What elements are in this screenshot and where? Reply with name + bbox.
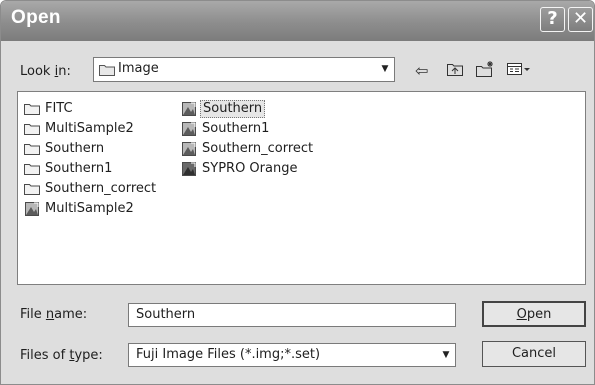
back-icon[interactable]: ⇦ [415, 61, 428, 80]
view-menu-icon[interactable] [506, 61, 532, 81]
file-name-input[interactable]: Southern [128, 303, 456, 327]
folder-icon [24, 161, 40, 176]
file-type-dropdown[interactable]: Fuji Image Files (*.img;*.set) ▼ [128, 343, 456, 367]
look-in-value: Image [118, 61, 159, 76]
image-file-icon [181, 141, 197, 156]
file-name-label: Southern [45, 141, 105, 156]
file-name-label: MultiSample2 [45, 201, 134, 216]
file-name-label: Southern1 [202, 121, 270, 136]
image-file-icon [181, 101, 197, 116]
new-folder-icon[interactable] [475, 61, 495, 82]
up-folder-icon[interactable] [446, 61, 464, 81]
window-title: Open [11, 7, 61, 28]
file-name-label: Southern [200, 100, 266, 118]
title-bar[interactable]: Open ? ✕ [1, 1, 594, 41]
look-in-dropdown[interactable]: Image ▼ [93, 57, 395, 82]
dropdown-arrow-icon[interactable]: ▼ [377, 59, 393, 80]
image-file-icon [181, 161, 197, 176]
file-name-label: Southern_correct [45, 181, 157, 196]
file-list[interactable]: FITC MultiSample2 Southern Southern1 Souther… [17, 91, 586, 285]
file-name-label: File name: [20, 307, 88, 322]
file-type-label: Files of type: [20, 348, 103, 363]
file-name-label: MultiSample2 [45, 121, 134, 136]
folder-icon [24, 181, 40, 196]
folder-icon [24, 121, 40, 136]
folder-icon [24, 101, 40, 116]
dropdown-arrow-icon[interactable]: ▼ [438, 345, 454, 366]
close-button[interactable]: ✕ [568, 7, 593, 32]
look-in-label: Look in: [20, 64, 71, 79]
file-name-label: Southern_correct [202, 141, 314, 156]
image-file-icon [24, 201, 40, 216]
image-file-icon [181, 121, 197, 136]
help-button[interactable]: ? [540, 7, 565, 32]
folder-icon [99, 65, 115, 76]
folder-icon [24, 141, 40, 156]
cancel-button[interactable]: Cancel [482, 341, 586, 367]
open-button[interactable]: Open [482, 301, 586, 327]
file-name-label: SYPRO Orange [202, 161, 298, 176]
file-name-label: FITC [45, 101, 73, 116]
file-name-label: Southern1 [45, 161, 113, 176]
open-dialog: Open ? ✕ Look in: Image ▼ ⇦ FITC MultiSam… [0, 0, 595, 385]
file-type-value: Fuji Image Files (*.img;*.set) [136, 347, 321, 362]
